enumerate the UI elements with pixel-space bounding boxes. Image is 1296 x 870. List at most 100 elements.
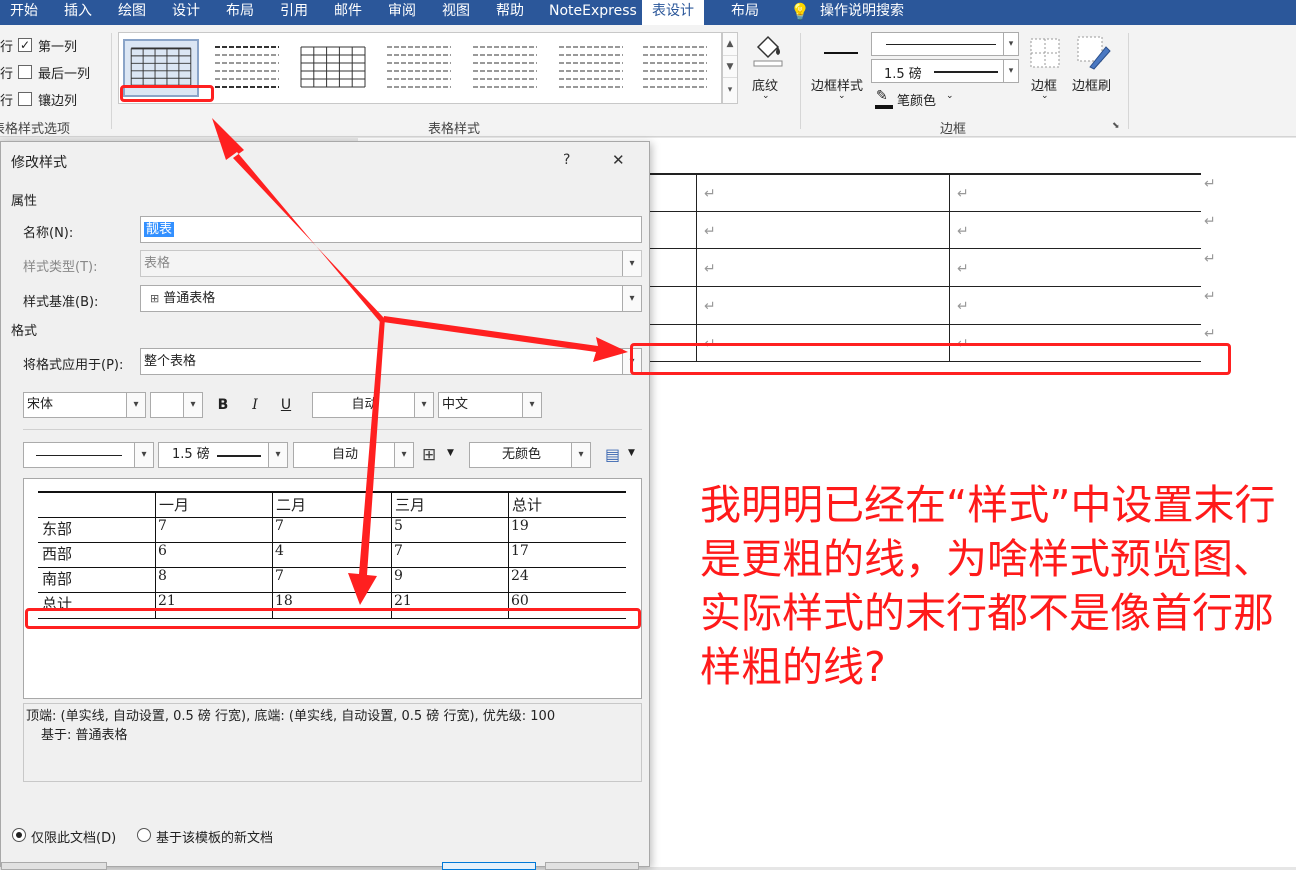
table-style-thumb[interactable] xyxy=(295,39,371,97)
border-painter-button[interactable]: 边框刷 xyxy=(1072,75,1111,94)
preview-cell: 21 xyxy=(394,593,412,609)
tab-4[interactable]: 布局 xyxy=(226,0,254,25)
tab-12[interactable]: 布局 xyxy=(731,0,759,25)
table-style-thumb[interactable] xyxy=(209,39,285,97)
paint-bucket-icon[interactable] xyxy=(752,33,784,67)
pen-color-button[interactable]: 笔颜色 xyxy=(897,90,936,109)
script-select[interactable]: 中文 ▾ xyxy=(438,392,542,418)
border-weight-select[interactable]: 1.5 磅 ▾ xyxy=(158,442,288,468)
chevron-down-icon[interactable]: ▾ xyxy=(183,393,202,417)
bold-button[interactable]: B xyxy=(211,392,235,418)
tab-1[interactable]: 插入 xyxy=(64,0,92,25)
preview-cell: 7 xyxy=(158,518,167,534)
underline-button[interactable]: U xyxy=(274,392,298,418)
borders-grid-icon[interactable] xyxy=(1029,37,1061,69)
lightbulb-icon[interactable]: 💡 xyxy=(790,2,810,21)
table-column-line xyxy=(949,174,950,361)
table-style-thumb[interactable] xyxy=(467,39,543,97)
first-column-checkbox[interactable]: ✓ xyxy=(18,38,32,52)
preview-cell: 9 xyxy=(394,568,403,584)
style-preview: 一月 二月 三月 总计 东部 7 7 5 19 西部 6 4 7 17 南部 8 7 9 24 总计 21 18 21 60 xyxy=(23,478,642,699)
preview-cell: 8 xyxy=(158,568,167,584)
tab-11[interactable]: 表设计 xyxy=(642,0,704,25)
tab-8[interactable]: 视图 xyxy=(442,0,470,25)
ok-button[interactable] xyxy=(442,862,536,870)
tell-me-search[interactable]: 操作说明搜索 xyxy=(820,0,904,25)
cancel-button[interactable] xyxy=(545,862,639,870)
border-style-line-icon[interactable] xyxy=(824,52,858,54)
paragraph-mark: ↵ xyxy=(957,261,969,277)
tab-3[interactable]: 设计 xyxy=(172,0,200,25)
apply-to-select[interactable]: 整个表格 ▾ xyxy=(140,348,642,375)
radio-this-document-label[interactable]: 仅限此文档(D) xyxy=(31,827,116,846)
chevron-down-icon[interactable]: ⌄ xyxy=(762,91,770,101)
last-column-label[interactable]: 最后一列 xyxy=(38,63,90,82)
font-size-select[interactable]: ▾ xyxy=(150,392,203,418)
font-select[interactable]: 宋体 ▾ xyxy=(23,392,146,418)
banded-columns-checkbox[interactable] xyxy=(18,92,32,106)
style-type-label: 样式类型(T): xyxy=(23,260,98,275)
chevron-down-icon[interactable]: ▾ xyxy=(571,443,590,467)
dialog-launcher-icon[interactable]: ⬊ xyxy=(1112,121,1120,131)
apply-to-label: 将格式应用于(P): xyxy=(23,358,124,373)
border-styles-button[interactable]: 边框样式 xyxy=(811,75,863,94)
chevron-down-icon[interactable]: ⌄ xyxy=(946,91,954,101)
border-color-select[interactable]: 自动 ▾ xyxy=(293,442,414,468)
banded-columns-label[interactable]: 镶边列 xyxy=(38,90,77,109)
close-icon[interactable]: ✕ xyxy=(612,151,625,169)
radio-this-document[interactable] xyxy=(12,828,26,842)
preview-cell: 6 xyxy=(158,543,167,559)
line-style-combo[interactable]: ▾ xyxy=(871,32,1019,56)
chevron-down-icon[interactable]: ▼ xyxy=(628,448,635,458)
last-column-checkbox[interactable] xyxy=(18,65,32,79)
tab-2[interactable]: 绘图 xyxy=(118,0,146,25)
radio-new-documents-label[interactable]: 基于该模板的新文档 xyxy=(156,827,273,846)
border-painter-icon[interactable] xyxy=(1076,35,1112,71)
chevron-up-icon[interactable]: ▲ xyxy=(723,33,737,55)
chevron-down-icon[interactable]: ⌄ xyxy=(838,91,846,101)
preview-cell: 21 xyxy=(158,593,176,609)
italic-button[interactable]: I xyxy=(243,392,267,418)
tab-6[interactable]: 邮件 xyxy=(334,0,362,25)
table-style-thumb[interactable] xyxy=(637,39,713,97)
preview-cell: 18 xyxy=(275,593,293,609)
table-style-icon[interactable]: ▤ xyxy=(605,445,620,464)
chevron-down-icon[interactable]: ▾ xyxy=(268,443,287,467)
radio-new-documents[interactable] xyxy=(137,828,151,842)
border-line-select[interactable]: ▾ xyxy=(23,442,154,468)
preview-row-line xyxy=(38,592,626,593)
tab-0[interactable]: 开始 xyxy=(10,0,38,25)
tab-5[interactable]: 引用 xyxy=(280,0,308,25)
chevron-down-icon[interactable]: ⌄ xyxy=(1041,91,1049,101)
annotation-question-text: 我明明已经在“样式”中设置末行是更粗的线，为啥样式预览图、实际样式的末行都不是像… xyxy=(700,481,1276,691)
pen-icon[interactable]: ✎ xyxy=(876,88,888,104)
line-weight-combo[interactable]: 1.5 磅 ▾ xyxy=(871,59,1019,83)
table-style-thumb[interactable] xyxy=(553,39,629,97)
first-column-label[interactable]: 第一列 xyxy=(38,36,77,55)
chevron-down-icon[interactable]: ▾ xyxy=(522,393,541,417)
table-style-thumb[interactable] xyxy=(381,39,457,97)
gallery-more-icon[interactable]: ▾ xyxy=(723,77,737,101)
preview-cell: 7 xyxy=(275,518,284,534)
name-input[interactable]: 靓表 xyxy=(140,216,642,243)
tab-7[interactable]: 审阅 xyxy=(388,0,416,25)
font-color-select[interactable]: 自动 ▾ xyxy=(312,392,434,418)
chevron-down-icon[interactable]: ▼ xyxy=(723,55,737,77)
style-base-select[interactable]: ⊞ 普通表格 ▾ xyxy=(140,285,642,312)
fill-color-select[interactable]: 无颜色 ▾ xyxy=(469,442,591,468)
tab-10[interactable]: NoteExpress xyxy=(549,0,637,25)
preview-header-cell: 二月 xyxy=(276,496,307,514)
gallery-scroll[interactable]: ▲ ▼ ▾ xyxy=(722,32,738,104)
chevron-down-icon[interactable]: ▼ xyxy=(447,448,454,458)
chevron-down-icon[interactable]: ▾ xyxy=(414,393,433,417)
tab-9[interactable]: 帮助 xyxy=(496,0,524,25)
chevron-down-icon[interactable]: ▾ xyxy=(134,443,153,467)
chevron-down-icon[interactable]: ▾ xyxy=(622,286,641,311)
paragraph-mark: ↵ xyxy=(1204,289,1216,305)
borders-grid-icon[interactable]: ⊞ xyxy=(422,445,436,465)
chevron-down-icon[interactable]: ▾ xyxy=(126,393,145,417)
paragraph-mark: ↵ xyxy=(957,299,969,315)
format-button[interactable] xyxy=(1,862,107,870)
help-button[interactable]: ? xyxy=(563,152,570,168)
chevron-down-icon[interactable]: ▾ xyxy=(394,443,413,467)
